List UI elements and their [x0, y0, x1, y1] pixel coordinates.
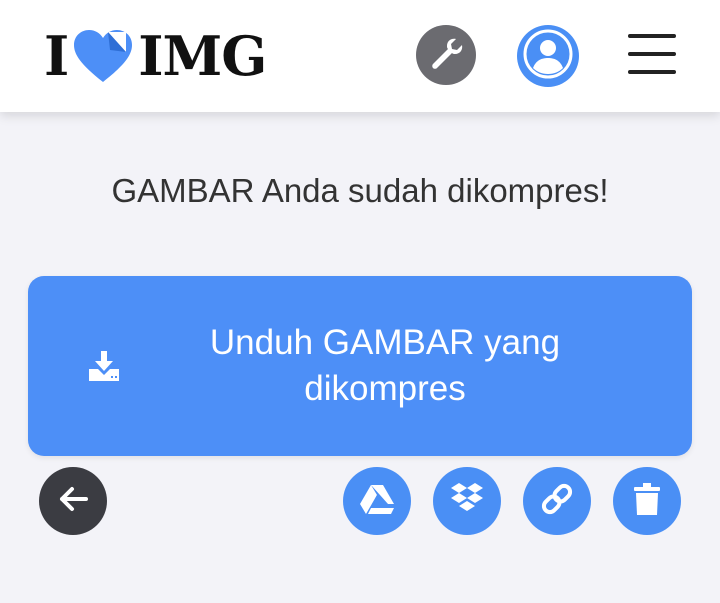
- user-account-button[interactable]: [517, 25, 579, 87]
- app-header: I IMG: [0, 0, 720, 112]
- menu-line: [628, 70, 676, 74]
- page-title: GAMBAR Anda sudah dikompres!: [111, 172, 609, 209]
- iloveimg-logo[interactable]: I IMG: [44, 24, 267, 88]
- tools-button[interactable]: [416, 25, 476, 85]
- google-drive-icon: [359, 483, 395, 520]
- trash-icon: [633, 482, 661, 521]
- menu-line: [628, 34, 676, 38]
- delete-button[interactable]: [613, 467, 681, 535]
- save-to-google-drive-button[interactable]: [343, 467, 411, 535]
- arrow-left-icon: [56, 482, 90, 521]
- dropbox-icon: [449, 482, 485, 521]
- back-button[interactable]: [39, 467, 107, 535]
- share-link-button[interactable]: [523, 467, 591, 535]
- link-icon: [539, 481, 575, 522]
- logo-suffix: IMG: [138, 24, 267, 88]
- heart-logo-icon: [70, 26, 136, 86]
- logo-prefix: I: [44, 24, 69, 88]
- user-icon: [517, 23, 579, 90]
- download-button-label: Unduh GAMBAR yang dikompres: [209, 323, 561, 408]
- menu-line: [628, 52, 676, 56]
- download-icon: [88, 350, 120, 382]
- wrench-icon: [429, 36, 463, 75]
- download-compressed-button[interactable]: Unduh GAMBAR yang dikompres: [28, 276, 692, 456]
- hamburger-menu-button[interactable]: [628, 34, 676, 74]
- save-to-dropbox-button[interactable]: [433, 467, 501, 535]
